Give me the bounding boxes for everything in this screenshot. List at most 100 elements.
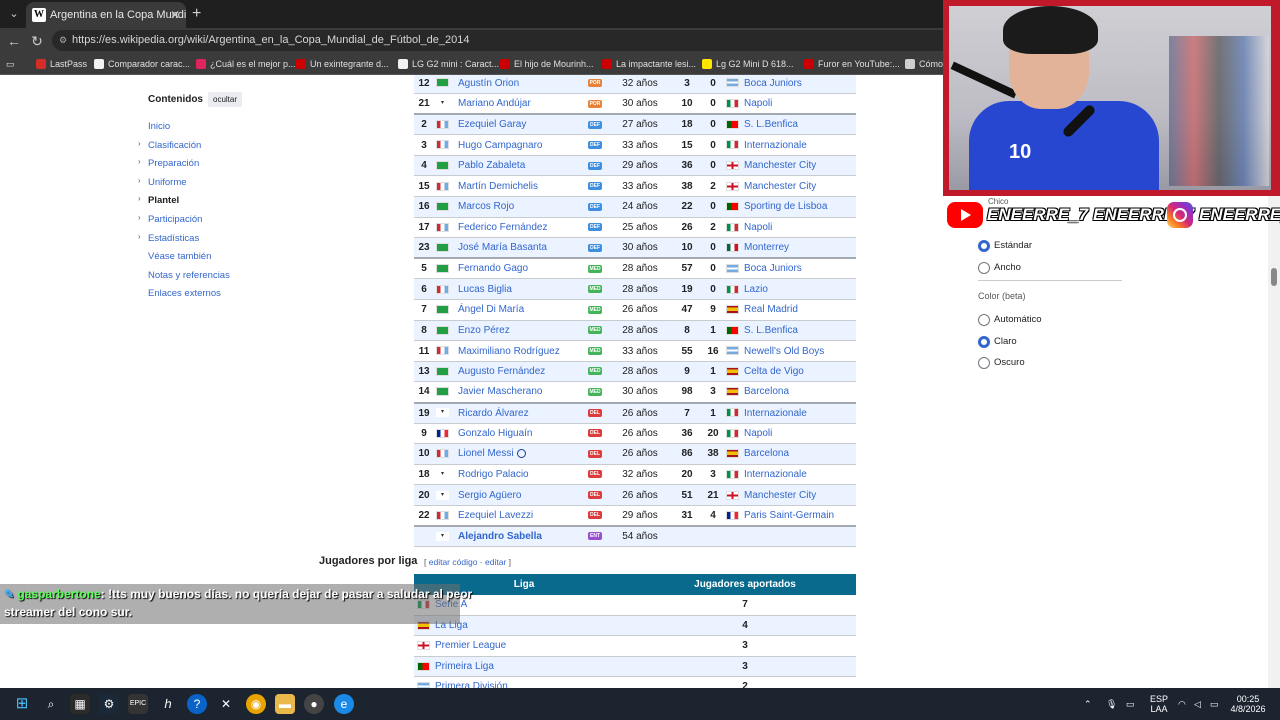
bookmark-item[interactable]: LG G2 mini : Caract...	[398, 56, 499, 72]
club-link[interactable]: Manchester City	[722, 484, 856, 506]
radio-button[interactable]	[978, 261, 990, 274]
player-name-link[interactable]: Mariano Andújar	[456, 93, 580, 115]
toc-item[interactable]: Notas y referencias	[148, 270, 230, 281]
player-name-link[interactable]: Alejandro Sabella	[456, 525, 580, 548]
league-link[interactable]: Primeira Liga	[414, 656, 634, 678]
club-link[interactable]: Internazionale	[722, 464, 856, 486]
player-name-link[interactable]: Ezequiel Lavezzi	[456, 505, 580, 527]
club-link[interactable]: Monterrey	[722, 237, 856, 259]
player-name-link[interactable]: Agustín Orion	[456, 75, 580, 95]
battery-icon[interactable]: ▭	[1210, 694, 1219, 714]
player-name-link[interactable]: Federico Fernández	[456, 217, 580, 239]
bookmark-item[interactable]: Comparador carac...	[94, 56, 190, 72]
player-name-link[interactable]: Pablo Zabaleta	[456, 155, 580, 177]
club-link[interactable]: Boca Juniors	[722, 257, 856, 280]
club-link[interactable]: Real Madrid	[722, 299, 856, 321]
toc-expand-chevron-icon[interactable]: ›	[138, 157, 141, 166]
tab-search-icon[interactable]: ⌄	[4, 4, 24, 24]
player-name-link[interactable]: José María Basanta	[456, 237, 580, 259]
back-arrow-icon[interactable]: ←	[4, 31, 24, 51]
league-link[interactable]: Premier League	[414, 635, 634, 657]
player-name-link[interactable]: Javier Mascherano	[456, 381, 580, 403]
x-app-icon[interactable]: ✕	[216, 694, 236, 714]
tab-close-icon[interactable]: ✕	[170, 2, 180, 28]
scrollbar-thumb[interactable]	[1271, 268, 1277, 286]
radio-button[interactable]	[978, 357, 990, 369]
language-indicator[interactable]: ESP LAA	[1150, 694, 1168, 714]
toc-expand-chevron-icon[interactable]: ›	[138, 213, 141, 222]
help-icon[interactable]: ?	[187, 694, 207, 714]
bookmark-item[interactable]: Un exintegrante d...	[296, 56, 389, 72]
bookmark-item[interactable]: La impactante lesi...	[602, 56, 696, 72]
new-tab-icon[interactable]: +	[192, 4, 201, 24]
search-icon[interactable]: ⌕	[41, 694, 61, 714]
player-name-link[interactable]: Lionel Messi	[456, 443, 580, 465]
tray-expand-icon[interactable]: ⌃	[1084, 694, 1092, 714]
store-icon[interactable]: ▦	[70, 694, 90, 714]
bookmark-item[interactable]: Cómo	[905, 56, 943, 72]
toc-expand-chevron-icon[interactable]: ›	[138, 194, 141, 203]
bookmarks-menu-icon[interactable]: ▭	[6, 56, 15, 72]
club-link[interactable]: Newell's Old Boys	[722, 340, 856, 362]
reload-icon[interactable]: ↻	[27, 31, 47, 51]
player-name-link[interactable]: Fernando Gago	[456, 257, 580, 280]
toc-item[interactable]: Enlaces externos	[148, 288, 221, 299]
browser-tab-active[interactable]: W Argentina en la Copa Mundial de ✕	[26, 2, 186, 28]
club-link[interactable]: Manchester City	[722, 155, 856, 177]
edit-code-link[interactable]: editar código	[429, 557, 478, 567]
tray-window-icon[interactable]: ▭	[1126, 694, 1135, 714]
player-name-link[interactable]: Maximiliano Rodríguez	[456, 340, 580, 362]
epic-games-icon[interactable]: EPIC	[128, 694, 148, 714]
club-link[interactable]: Manchester City	[722, 175, 856, 198]
bookmark-item[interactable]: El hijo de Mourinh...	[500, 56, 594, 72]
club-link[interactable]: Lazio	[722, 278, 856, 301]
player-name-link[interactable]: Lucas Biglia	[456, 278, 580, 301]
steam-icon[interactable]: ⚙	[99, 694, 119, 714]
player-name-link[interactable]: Enzo Pérez	[456, 320, 580, 342]
url-field[interactable]: ⚙ https://es.wikipedia.org/wiki/Argentin…	[52, 30, 952, 51]
radio-button[interactable]	[978, 314, 990, 326]
radio-button[interactable]	[978, 240, 990, 252]
league-link[interactable]: Primera División	[414, 676, 634, 688]
club-link[interactable]: Boca Juniors	[722, 75, 856, 95]
club-link[interactable]: S. L.Benfica	[722, 320, 856, 342]
column-header-players[interactable]: Jugadores aportados	[634, 574, 856, 595]
clock[interactable]: 00:25 4/8/2026	[1230, 694, 1266, 714]
toc-item[interactable]: Participación	[148, 214, 202, 225]
edge-icon[interactable]: e	[334, 694, 354, 714]
club-link[interactable]: Napoli	[722, 423, 856, 445]
club-link[interactable]: S. L.Benfica	[722, 113, 856, 136]
mic-icon[interactable]: 🎙	[1106, 694, 1117, 714]
club-link[interactable]: Napoli	[722, 93, 856, 115]
obs-icon[interactable]: ●	[304, 694, 324, 714]
toc-item[interactable]: Véase también	[148, 251, 211, 262]
club-link[interactable]: Sporting de Lisboa	[722, 196, 856, 218]
bookmark-item[interactable]: Lg G2 Mini D 618...	[702, 56, 794, 72]
player-name-link[interactable]: Marcos Rojo	[456, 196, 580, 218]
toc-item[interactable]: Preparación	[148, 158, 199, 169]
bookmark-item[interactable]: Furor en YouTube:...	[804, 56, 900, 72]
club-link[interactable]: Internazionale	[722, 134, 856, 156]
toc-item[interactable]: Plantel	[148, 195, 179, 206]
club-link[interactable]: Internazionale	[722, 401, 856, 424]
edit-link[interactable]: editar	[485, 557, 506, 567]
toc-item[interactable]: Clasificación	[148, 140, 201, 151]
volume-icon[interactable]: ◁	[1194, 694, 1201, 714]
club-link[interactable]: Celta de Vigo	[722, 361, 856, 383]
player-name-link[interactable]: Rodrigo Palacio	[456, 464, 580, 486]
radio-button[interactable]	[978, 335, 990, 348]
player-name-link[interactable]: Hugo Campagnaro	[456, 134, 580, 156]
hp-icon[interactable]: ℎ	[158, 694, 178, 714]
club-link[interactable]: Paris Saint-Germain	[722, 505, 856, 527]
wifi-icon[interactable]: ◠	[1178, 694, 1186, 714]
site-info-icon[interactable]: ⚙	[59, 30, 67, 51]
player-name-link[interactable]: Ezequiel Garay	[456, 113, 580, 136]
toc-expand-chevron-icon[interactable]: ›	[138, 139, 141, 148]
toc-hide-button[interactable]: ocultar	[208, 92, 243, 107]
toc-item[interactable]: Estadísticas	[148, 233, 199, 244]
toc-item[interactable]: Inicio	[148, 121, 170, 132]
file-explorer-icon[interactable]: ▬	[275, 694, 295, 714]
toc-expand-chevron-icon[interactable]: ›	[138, 232, 141, 241]
player-name-link[interactable]: Sergio Agüero	[456, 484, 580, 506]
club-link[interactable]: Napoli	[722, 217, 856, 239]
